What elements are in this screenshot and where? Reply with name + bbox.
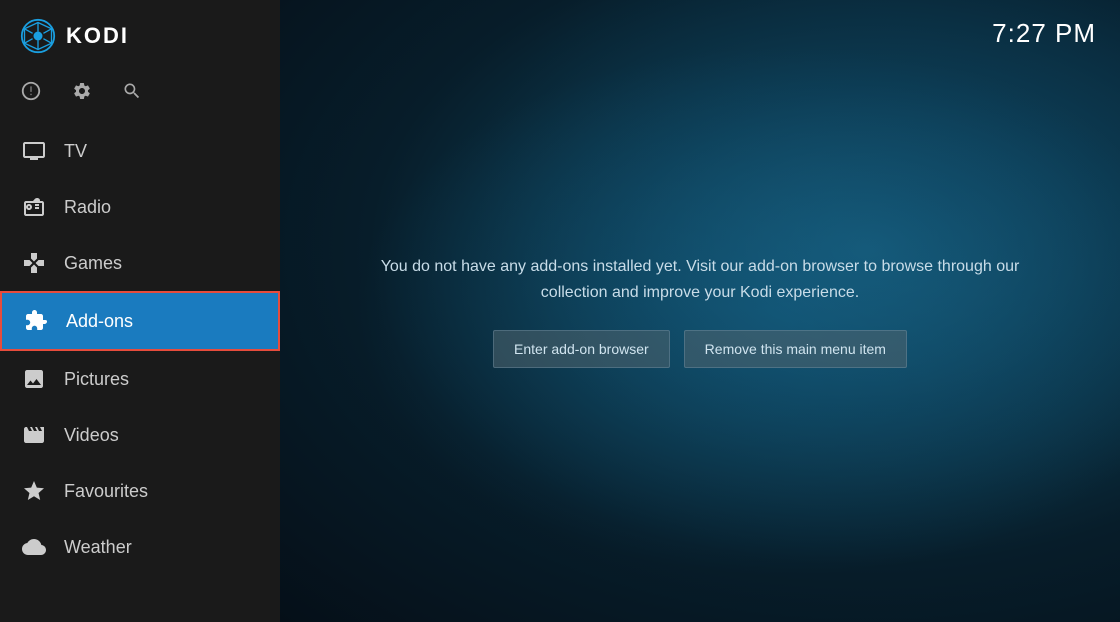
enter-addon-browser-button[interactable]: Enter add-on browser <box>493 330 670 368</box>
videos-icon <box>20 421 48 449</box>
sidebar-item-videos-label: Videos <box>64 425 119 446</box>
sidebar-item-weather-label: Weather <box>64 537 132 558</box>
pictures-icon <box>20 365 48 393</box>
toolbar-icons <box>0 72 280 123</box>
addons-description: You do not have any add-ons installed ye… <box>370 254 1030 305</box>
main-nav: TV Radio Games <box>0 123 280 622</box>
addons-empty-state: You do not have any add-ons installed ye… <box>350 234 1050 387</box>
main-content-area: 7:27 PM You do not have any add-ons inst… <box>280 0 1120 622</box>
search-icon[interactable] <box>122 81 142 106</box>
remove-main-menu-item-button[interactable]: Remove this main menu item <box>684 330 907 368</box>
action-buttons: Enter add-on browser Remove this main me… <box>493 330 907 368</box>
favourites-icon <box>20 477 48 505</box>
tv-icon <box>20 137 48 165</box>
sidebar-item-pictures-label: Pictures <box>64 369 129 390</box>
sidebar-item-favourites[interactable]: Favourites <box>0 463 280 519</box>
kodi-logo-icon <box>20 18 56 54</box>
radio-icon <box>20 193 48 221</box>
games-icon <box>20 249 48 277</box>
sidebar-item-radio-label: Radio <box>64 197 111 218</box>
settings-icon[interactable] <box>72 81 92 106</box>
sidebar-item-radio[interactable]: Radio <box>0 179 280 235</box>
sidebar-item-favourites-label: Favourites <box>64 481 148 502</box>
sidebar-item-addons[interactable]: Add-ons <box>0 291 280 351</box>
sidebar-item-games-label: Games <box>64 253 122 274</box>
power-icon[interactable] <box>20 80 42 107</box>
app-title: KODI <box>66 23 129 49</box>
clock-display: 7:27 PM <box>992 18 1096 49</box>
sidebar-item-videos[interactable]: Videos <box>0 407 280 463</box>
app-header: KODI <box>0 0 280 72</box>
sidebar-item-addons-label: Add-ons <box>66 311 133 332</box>
sidebar-item-pictures[interactable]: Pictures <box>0 351 280 407</box>
sidebar-item-tv-label: TV <box>64 141 87 162</box>
sidebar-item-games[interactable]: Games <box>0 235 280 291</box>
sidebar-item-tv[interactable]: TV <box>0 123 280 179</box>
sidebar: KODI TV <box>0 0 280 622</box>
weather-icon <box>20 533 48 561</box>
sidebar-item-weather[interactable]: Weather <box>0 519 280 575</box>
addons-icon <box>22 307 50 335</box>
